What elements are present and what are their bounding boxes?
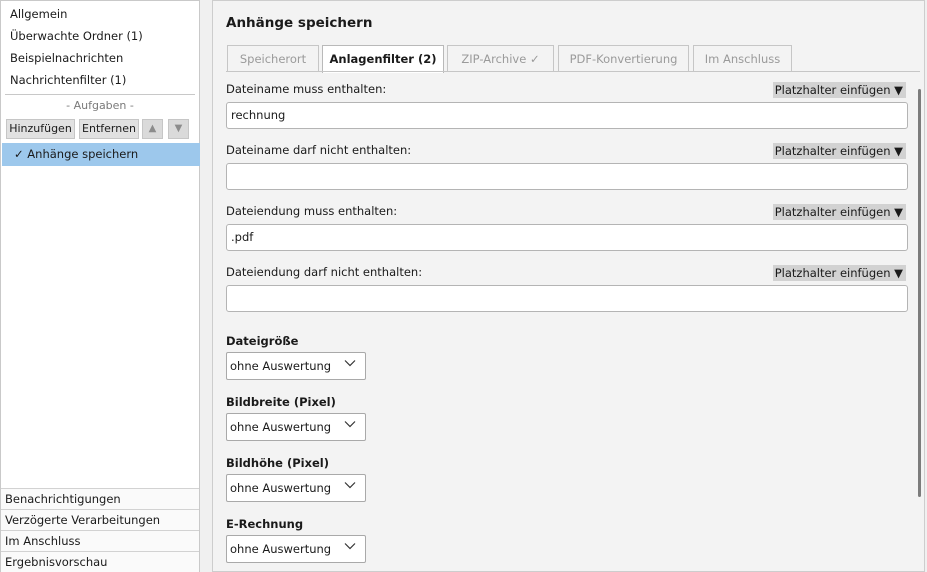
sidebar-item-allgemein[interactable]: Allgemein	[1, 3, 199, 25]
filename-include-input[interactable]: rechnung	[226, 102, 908, 129]
e-invoice-select[interactable]: ohne Auswertung	[226, 535, 366, 563]
extension-exclude-input[interactable]	[226, 285, 908, 312]
image-width-label: Bildbreite (Pixel)	[226, 395, 336, 409]
sidebar-item-ueberwachte-ordner[interactable]: Überwachte Ordner (1)	[1, 25, 199, 47]
chevron-down-icon	[344, 543, 356, 550]
placeholder-button-filename-include[interactable]: Platzhalter einfügen ▼	[772, 82, 906, 98]
chevron-down-icon	[344, 360, 356, 367]
filesize-select[interactable]: ohne Auswertung	[226, 352, 366, 380]
move-down-button[interactable]: ▼	[168, 119, 189, 139]
extension-exclude-label: Dateiendung darf nicht enthalten:	[226, 265, 423, 279]
tab-im-anschluss[interactable]: Im Anschluss	[693, 45, 792, 72]
e-invoice-select-value: ohne Auswertung	[230, 542, 332, 556]
filesize-select-value: ohne Auswertung	[230, 359, 332, 373]
task-item-anhaenge-speichern[interactable]: ✓ Anhänge speichern	[2, 143, 200, 166]
tasks-section-label: - Aufgaben -	[66, 99, 134, 112]
image-height-select-value: ohne Auswertung	[230, 481, 332, 495]
filename-exclude-input[interactable]	[226, 163, 908, 190]
sidebar-item-verzoegerte-verarbeitungen[interactable]: Verzögerte Verarbeitungen	[1, 509, 199, 530]
sidebar-item-nachrichtenfilter[interactable]: Nachrichtenfilter (1)	[1, 69, 199, 91]
sidebar-item-beispielnachrichten[interactable]: Beispielnachrichten	[1, 47, 199, 69]
image-width-select-value: ohne Auswertung	[230, 420, 332, 434]
sidebar: Allgemein Überwachte Ordner (1) Beispiel…	[0, 0, 200, 572]
tab-divider	[226, 71, 920, 72]
extension-include-input[interactable]: .pdf	[226, 224, 908, 251]
add-task-button[interactable]: Hinzufügen	[6, 119, 75, 139]
tab-anlagenfilter[interactable]: Anlagenfilter (2)	[322, 45, 444, 73]
chevron-down-icon	[344, 482, 356, 489]
extension-include-label: Dateiendung muss enthalten:	[226, 204, 398, 218]
page-title: Anhänge speichern	[226, 15, 373, 31]
tasks-divider	[5, 94, 195, 95]
filesize-label: Dateigröße	[226, 334, 299, 348]
placeholder-button-extension-exclude[interactable]: Platzhalter einfügen ▼	[772, 265, 906, 281]
image-width-select[interactable]: ohne Auswertung	[226, 413, 366, 441]
tab-speicherort[interactable]: Speicherort	[227, 45, 319, 72]
tab-zip-archive[interactable]: ZIP-Archive ✓	[447, 45, 554, 72]
sidebar-item-benachrichtigungen[interactable]: Benachrichtigungen	[1, 488, 199, 509]
filename-include-label: Dateiname muss enthalten:	[226, 82, 387, 96]
e-invoice-label: E-Rechnung	[226, 517, 304, 531]
image-height-label: Bildhöhe (Pixel)	[226, 456, 330, 470]
placeholder-button-filename-exclude[interactable]: Platzhalter einfügen ▼	[772, 143, 906, 159]
app-window: Allgemein Überwachte Ordner (1) Beispiel…	[0, 0, 927, 572]
vertical-scrollbar[interactable]	[918, 89, 921, 497]
chevron-down-icon	[344, 421, 356, 428]
image-height-select[interactable]: ohne Auswertung	[226, 474, 366, 502]
placeholder-button-extension-include[interactable]: Platzhalter einfügen ▼	[772, 204, 906, 220]
move-up-button[interactable]: ▲	[142, 119, 163, 139]
sidebar-item-im-anschluss[interactable]: Im Anschluss	[1, 530, 199, 551]
tab-pdf-konvertierung[interactable]: PDF-Konvertierung	[558, 45, 689, 72]
remove-task-button[interactable]: Entfernen	[79, 119, 139, 139]
main-panel: Anhänge speichern Speicherort Anlagenfil…	[212, 0, 925, 572]
sidebar-item-ergebnisvorschau[interactable]: Ergebnisvorschau	[1, 551, 199, 572]
filename-exclude-label: Dateiname darf nicht enthalten:	[226, 143, 412, 157]
